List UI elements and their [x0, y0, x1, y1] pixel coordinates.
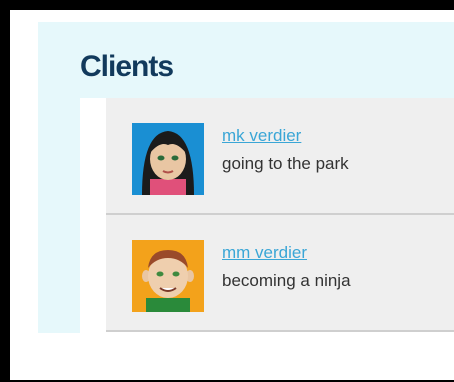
client-name-link[interactable]: mk verdier: [222, 126, 301, 146]
page-title: Clients: [80, 50, 174, 83]
avatar-female-icon[interactable]: [132, 123, 204, 195]
clients-list-container: mk verdier going to the park mm verdier: [80, 98, 454, 333]
clients-list: mk verdier going to the park mm verdier: [106, 98, 454, 332]
client-item: mk verdier going to the park: [106, 98, 454, 215]
client-name-link[interactable]: mm verdier: [222, 243, 307, 263]
avatar-male-icon[interactable]: [132, 240, 204, 312]
client-status: becoming a ninja: [222, 271, 351, 290]
client-item: mm verdier becoming a ninja: [106, 215, 454, 332]
client-status: going to the park: [222, 154, 349, 173]
